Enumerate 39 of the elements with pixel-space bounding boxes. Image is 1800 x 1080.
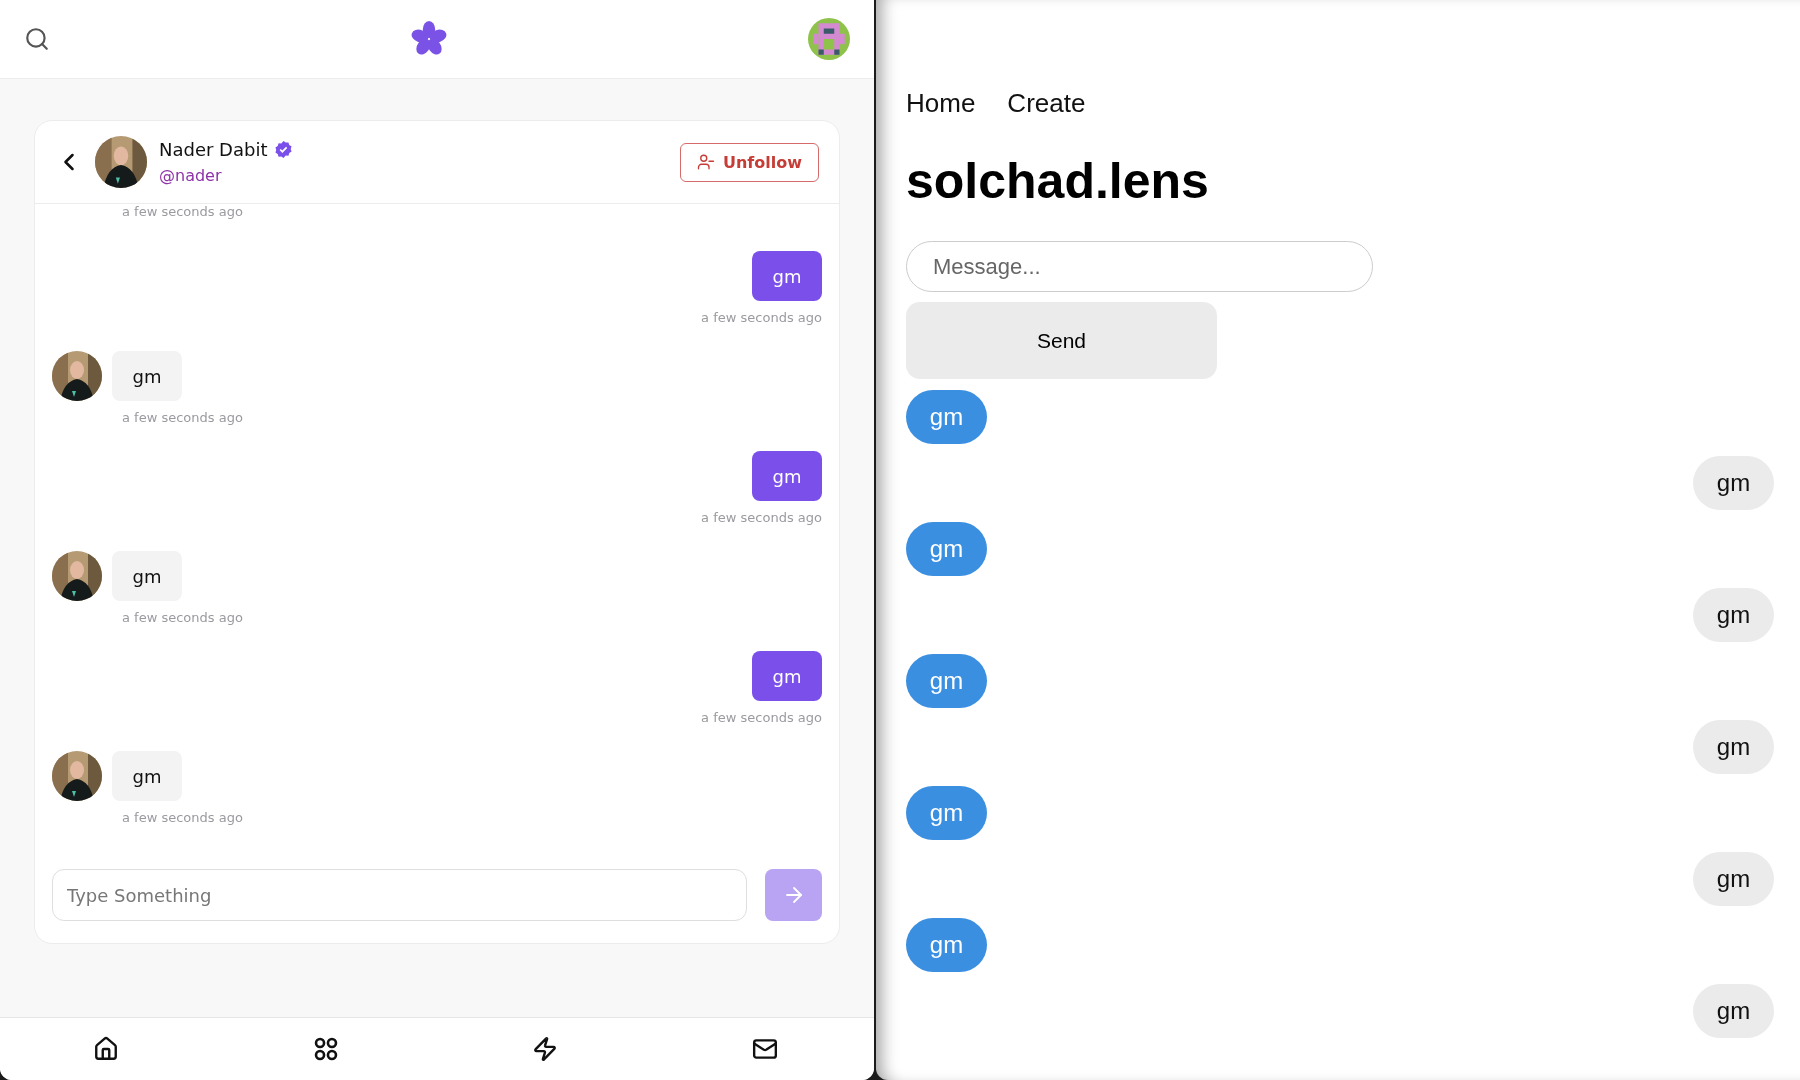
message-bubble: gm [1693, 984, 1774, 1038]
message-bubble: gm [1693, 720, 1774, 774]
message-bubble: gm [752, 451, 822, 501]
message-bubble: gm [752, 651, 822, 701]
message-bubble: gm [906, 522, 987, 576]
nav-link[interactable]: Create [1007, 88, 1086, 119]
message-bubble: gm [906, 786, 987, 840]
message-timestamp: a few seconds ago [701, 510, 822, 525]
page-title: solchad.lens [906, 152, 1209, 211]
message-bubble: gm [112, 551, 182, 601]
message-field[interactable]: Message... [906, 241, 1373, 292]
message-timestamp: a few seconds ago [701, 710, 822, 725]
message-timestamp: a few seconds ago [122, 610, 243, 625]
nav-link[interactable]: Home [906, 88, 976, 119]
send-button[interactable]: Send [906, 302, 1217, 379]
lightning-icon[interactable] [532, 1036, 559, 1062]
mail-icon[interactable] [751, 1036, 778, 1062]
message-bubble: gm [112, 351, 182, 401]
contact-handle[interactable]: @nader [159, 166, 222, 185]
message-bubble: gm [1693, 852, 1774, 906]
message-bubble: gm [112, 751, 182, 801]
message-timestamp: a few seconds ago [122, 204, 243, 219]
message-timestamp: a few seconds ago [701, 310, 822, 325]
home-icon[interactable] [93, 1036, 119, 1062]
message-input-field[interactable]: Type Something [52, 869, 747, 921]
pixel-avatar-icon[interactable] [808, 18, 850, 60]
message-bubble: gm [906, 654, 987, 708]
message-timestamp: a few seconds ago [122, 810, 243, 825]
grid-icon[interactable] [312, 1036, 339, 1062]
message-bubble: gm [1693, 456, 1774, 510]
user-minus-icon [696, 153, 715, 171]
contact-name: Nader Dabit [159, 139, 268, 160]
message-bubble: gm [906, 918, 987, 972]
message-bubble: gm [752, 251, 822, 301]
message-bubble: gm [1693, 588, 1774, 642]
search-icon[interactable] [24, 26, 50, 52]
message-bubble: gm [906, 390, 987, 444]
unfollow-button[interactable]: Unfollow [679, 142, 819, 182]
message-timestamp: a few seconds ago [122, 410, 243, 425]
